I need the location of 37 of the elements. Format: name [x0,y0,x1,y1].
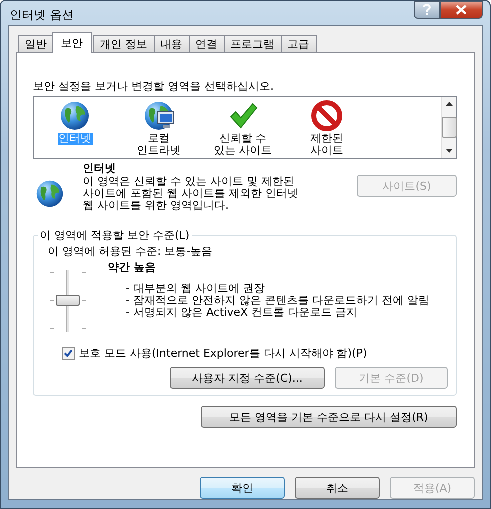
zone-description: 이 영역은 신뢰할 수 있는 사이트 및 제한된 사이트에 포함된 웹 사이트를 제외한 인터넷 웹 사이트를 위한 영역입니다. [83,176,300,212]
tab[interactable]: 일반 [18,35,54,52]
zone-item[interactable]: 로컬 인트라넷 [136,133,182,157]
checkbox[interactable] [62,347,75,360]
checkbox-label: 보호 모드 사용(Internet Explorer를 다시 시작해야 함)(P) [79,346,368,361]
question-mark-icon [422,4,432,16]
level-name: 약간 높음 [108,260,157,275]
allowed-level: 이 영역에 허용된 수준: 보통-높음 [48,244,214,259]
globe-monitor-icon [143,100,175,132]
close-icon [456,5,467,15]
zone-title: 인터넷 [83,161,117,176]
zone-item[interactable]: 제한된 사이트 [310,133,344,157]
no-entry-icon [311,100,343,132]
scroll-down-icon[interactable] [446,149,452,153]
globe-icon [35,179,65,209]
tab[interactable]: 프로그램 [224,35,282,52]
tab[interactable]: 보안 [52,32,92,53]
scrollbar[interactable] [441,97,456,158]
tab[interactable]: 개인 정보 [93,35,154,52]
zone-prompt: 보안 설정을 보거나 변경할 영역을 선택하십시오. [33,79,275,94]
close-button[interactable] [440,1,483,19]
level-description: - 대부분의 웹 사이트에 권장 [126,283,266,295]
globe-icon [59,100,91,132]
help-button[interactable] [414,1,440,19]
reset-all-button[interactable]: 모든 영역을 기본 수준으로 다시 설정(R) [201,406,457,428]
level-description: - 서명되지 않은 ActiveX 컨트롤 다운로드 금지 [126,307,359,319]
window-title: 인터넷 옵션 [10,7,74,24]
tab[interactable]: 내용 [154,35,190,52]
scroll-up-icon[interactable] [446,102,452,106]
tab[interactable]: 고급 [280,35,316,52]
cancel-button[interactable]: 취소 [295,477,380,499]
group-title: 이 영역에 적용할 보안 수준(L) [38,228,192,243]
ok-button[interactable]: 확인 [200,477,285,499]
tab[interactable]: 연결 [188,35,224,52]
custom-level-button[interactable]: 사용자 지정 수준(C)... [170,367,325,389]
level-description: - 잠재적으로 안전하지 않은 콘텐츠를 다운로드하기 전에 알림 [126,295,430,307]
zone-item[interactable]: 신뢰할 수 있는 사이트 [212,133,274,157]
